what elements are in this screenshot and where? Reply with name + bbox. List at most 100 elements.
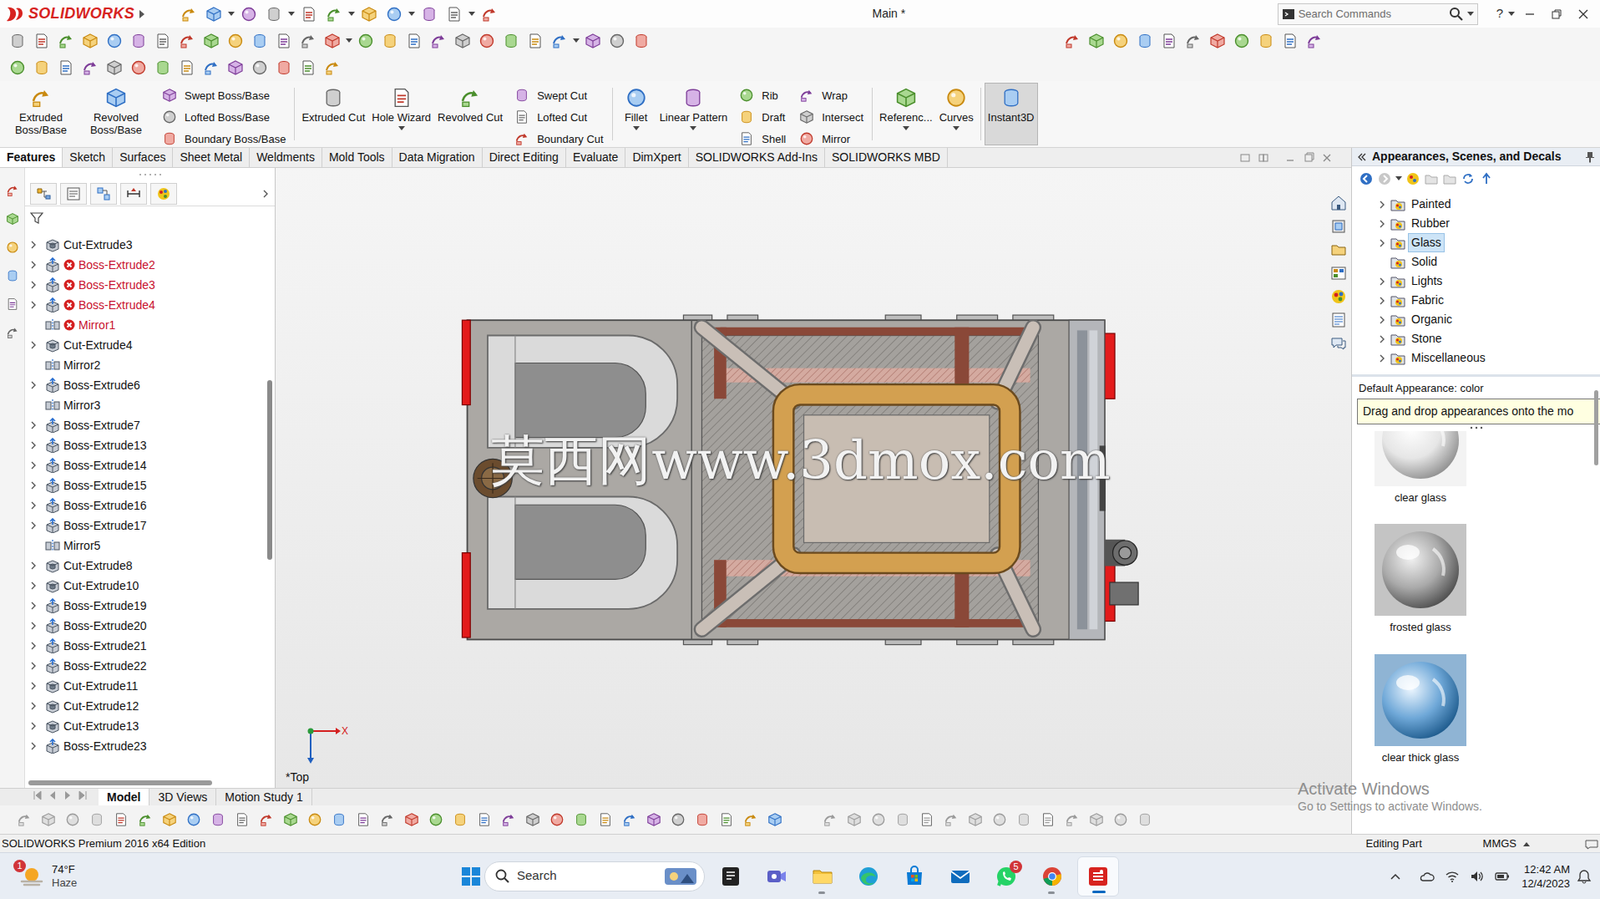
dropdown-icon[interactable] bbox=[408, 11, 416, 17]
tree-item[interactable]: Boss-Extrude6 bbox=[25, 374, 275, 395]
command-tab[interactable]: Features bbox=[0, 147, 63, 168]
more-tabs-icon[interactable] bbox=[261, 188, 270, 199]
appearance-folder[interactable]: Fabric bbox=[1377, 290, 1600, 310]
cylinder-icon[interactable] bbox=[1000, 86, 1023, 109]
cylinder-icon[interactable] bbox=[570, 808, 593, 831]
arrow-icon[interactable] bbox=[1061, 30, 1084, 52]
previous-arrow-icon[interactable] bbox=[45, 788, 61, 802]
cylinder-icon[interactable] bbox=[127, 30, 150, 52]
arrow-icon[interactable] bbox=[459, 86, 482, 109]
search-commands[interactable] bbox=[1277, 3, 1479, 26]
sphere-icon[interactable] bbox=[988, 808, 1011, 831]
windows-start-icon[interactable] bbox=[460, 865, 482, 887]
arrow-icon[interactable] bbox=[323, 3, 345, 26]
expand-arrow-icon[interactable] bbox=[28, 680, 39, 691]
ribbon-button[interactable]: Boundary Cut bbox=[511, 127, 604, 150]
cube-icon[interactable] bbox=[358, 3, 380, 26]
dropdown-icon[interactable] bbox=[398, 126, 406, 132]
sphere-icon[interactable] bbox=[1109, 808, 1132, 831]
expand-arrow-icon[interactable] bbox=[28, 620, 39, 631]
minimize-icon[interactable] bbox=[1518, 7, 1542, 21]
sphere-icon[interactable] bbox=[1109, 30, 1132, 52]
command-tab[interactable]: Sketch bbox=[62, 147, 113, 168]
command-tab[interactable]: Mold Tools bbox=[322, 147, 393, 168]
document-icon[interactable] bbox=[715, 808, 738, 831]
dropdown-icon[interactable] bbox=[1508, 11, 1515, 17]
cube-icon[interactable] bbox=[795, 106, 818, 128]
tree-item[interactable]: Cut-Extrude10 bbox=[25, 575, 275, 596]
document-icon[interactable] bbox=[30, 30, 53, 52]
forum-icon[interactable] bbox=[1330, 334, 1347, 352]
cylinder-icon[interactable] bbox=[273, 56, 295, 79]
cylinder-icon[interactable] bbox=[449, 808, 471, 831]
sphere-icon[interactable] bbox=[795, 127, 818, 150]
cylinder-icon[interactable] bbox=[735, 106, 758, 128]
home-icon[interactable] bbox=[1330, 194, 1347, 212]
tree-item[interactable]: Boss-Extrude23 bbox=[25, 735, 275, 756]
expand-arrow-icon[interactable] bbox=[28, 460, 39, 471]
arrow-icon[interactable] bbox=[478, 3, 501, 26]
sphere-icon[interactable] bbox=[303, 808, 326, 831]
tree-item[interactable]: Boss-Extrude14 bbox=[25, 455, 275, 476]
document-icon[interactable] bbox=[735, 127, 758, 150]
tree-item[interactable]: Cut-Extrude4 bbox=[25, 334, 275, 355]
weather-widget[interactable]: 174°FHaze bbox=[18, 862, 461, 890]
dropdown-icon[interactable] bbox=[227, 11, 235, 17]
expand-arrow-icon[interactable] bbox=[1377, 334, 1388, 345]
expand-arrow-icon[interactable] bbox=[1377, 295, 1388, 306]
magnifier-icon[interactable] bbox=[1448, 6, 1464, 22]
sphere-icon[interactable] bbox=[383, 3, 406, 26]
tree-item[interactable]: Boss-Extrude15 bbox=[25, 475, 275, 496]
unit-system[interactable]: MMGS bbox=[1483, 835, 1517, 852]
tree-item[interactable]: Boss-Extrude21 bbox=[25, 635, 275, 656]
cube-icon[interactable] bbox=[964, 808, 987, 831]
sphere-icon[interactable] bbox=[61, 808, 84, 831]
expand-arrow-icon[interactable] bbox=[28, 480, 39, 491]
document-icon[interactable] bbox=[524, 30, 547, 52]
file-explorer-icon[interactable] bbox=[1330, 241, 1347, 259]
expand-arrow-icon[interactable] bbox=[28, 259, 39, 270]
arrow-icon[interactable] bbox=[548, 30, 571, 52]
document-icon[interactable] bbox=[1037, 808, 1059, 831]
ribbon-button[interactable]: Swept Cut bbox=[511, 84, 604, 107]
appearance-folder[interactable]: Lights bbox=[1377, 271, 1600, 291]
cylinder-icon[interactable] bbox=[630, 30, 653, 52]
cylinder-icon[interactable] bbox=[207, 808, 229, 831]
pin-icon[interactable] bbox=[1584, 151, 1595, 163]
configuration-icon[interactable] bbox=[90, 182, 117, 205]
expand-arrow-icon[interactable] bbox=[28, 420, 39, 431]
ribbon-button[interactable]: Curves bbox=[936, 82, 978, 146]
cylinder-icon[interactable] bbox=[1, 264, 24, 287]
sphere-icon[interactable] bbox=[867, 808, 890, 831]
collapse-icon[interactable] bbox=[1356, 151, 1368, 163]
taskbar-app[interactable] bbox=[939, 855, 982, 897]
model-tab[interactable]: Model bbox=[98, 788, 150, 806]
taskbar-app[interactable] bbox=[801, 855, 844, 897]
ribbon-button[interactable]: Lofted Boss/Base bbox=[158, 106, 286, 128]
taskbar-app[interactable] bbox=[709, 855, 752, 897]
expand-arrow-icon[interactable] bbox=[28, 440, 39, 451]
taskbar-search[interactable]: Search bbox=[484, 860, 705, 892]
tree-item[interactable]: Cut-Extrude11 bbox=[25, 675, 275, 696]
tree-item[interactable]: Boss-Extrude16 bbox=[25, 495, 275, 516]
cube-icon[interactable] bbox=[105, 86, 127, 109]
expand-arrow-icon[interactable] bbox=[28, 520, 39, 531]
arrow-icon[interactable] bbox=[176, 30, 198, 52]
document-icon[interactable] bbox=[916, 808, 938, 831]
ribbon-button[interactable]: Mirror bbox=[795, 127, 864, 150]
tree-item[interactable]: Cut-Extrude13 bbox=[25, 715, 275, 736]
ribbon-button[interactable]: Hole Wizard bbox=[368, 82, 435, 146]
resize-handle-icon[interactable] bbox=[1468, 424, 1485, 431]
sphere-icon[interactable] bbox=[237, 3, 260, 26]
ribbon-button[interactable]: Intersect bbox=[795, 106, 864, 128]
tree-item[interactable]: Boss-Extrude3 bbox=[25, 274, 275, 295]
expand-arrow-icon[interactable] bbox=[1377, 353, 1388, 364]
cube-icon[interactable] bbox=[451, 30, 474, 52]
dropdown-icon[interactable] bbox=[572, 38, 580, 44]
expand-arrow-icon[interactable] bbox=[28, 500, 39, 511]
arrow-icon[interactable] bbox=[497, 808, 520, 831]
dropdown-icon[interactable] bbox=[632, 126, 640, 132]
ribbon-button[interactable]: Revolved Boss/Base bbox=[78, 82, 154, 146]
frosted-glass-sphere-icon[interactable] bbox=[1374, 523, 1467, 616]
taskbar-app[interactable]: 5 bbox=[985, 855, 1028, 897]
